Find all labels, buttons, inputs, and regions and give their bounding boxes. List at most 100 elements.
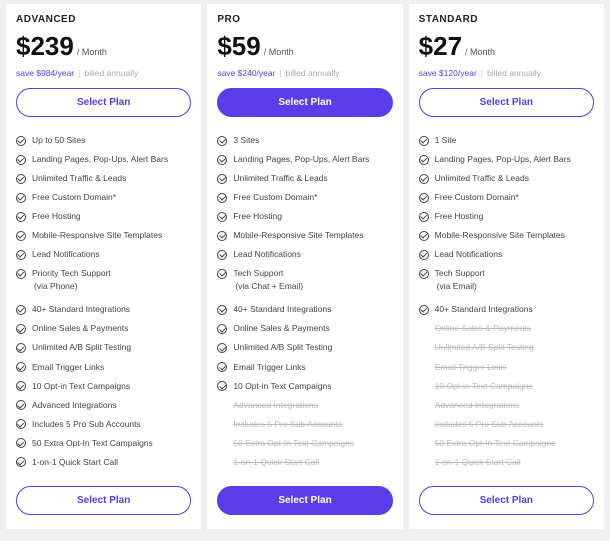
select-plan-button-top[interactable]: Select Plan — [419, 88, 594, 117]
feature-text: Online Sales & Payments — [32, 323, 128, 334]
price-period: / Month — [77, 47, 107, 57]
feature-text: Free Hosting — [233, 211, 282, 222]
divider: | — [481, 68, 483, 78]
feature-text: Lead Notifications — [233, 249, 301, 260]
feature-subtext: (via Chat + Email) — [217, 281, 392, 291]
feature-text: Mobile-Responsive Site Templates — [233, 230, 363, 241]
price-amount: $27 — [419, 31, 462, 62]
feature-item: Unlimited Traffic & Leads — [217, 169, 392, 188]
check-circle-icon — [16, 305, 26, 315]
price-period: / Month — [465, 47, 495, 57]
price-row: $59/ Month — [217, 31, 392, 62]
check-circle-icon — [217, 136, 227, 146]
check-circle-icon — [16, 136, 26, 146]
feature-text: Includes 5 Pro Sub Accounts — [32, 419, 141, 430]
pricing-grid: ADVANCED$239/ Monthsave $984/year|billed… — [6, 4, 604, 529]
feature-item: 40+ Standard Integrations — [217, 300, 392, 319]
plan-card-advanced: ADVANCED$239/ Monthsave $984/year|billed… — [6, 4, 201, 529]
feature-item: Mobile-Responsive Site Templates — [419, 226, 594, 245]
feature-text: 1-on-1 Quick Start Call — [435, 457, 521, 468]
feature-text: Free Hosting — [435, 211, 484, 222]
feature-subtext: (via Phone) — [16, 281, 191, 291]
billed-text: billed annually — [286, 68, 340, 78]
check-circle-icon — [419, 305, 429, 315]
select-plan-button-top[interactable]: Select Plan — [217, 88, 392, 117]
feature-item: 50 Extra Opt-In Text Campaigns — [419, 434, 594, 453]
feature-item: Free Hosting — [16, 207, 191, 226]
feature-text: Unlimited Traffic & Leads — [32, 173, 126, 184]
feature-text: Email Trigger Links — [32, 362, 104, 373]
select-plan-button-bottom[interactable]: Select Plan — [217, 486, 392, 515]
feature-item: Unlimited A/B Split Testing — [16, 338, 191, 357]
price-row: $239/ Month — [16, 31, 191, 62]
check-circle-icon — [419, 193, 429, 203]
feature-text: Free Custom Domain* — [233, 192, 317, 203]
check-circle-icon — [419, 155, 429, 165]
savings-row: save $984/year|billed annually — [16, 68, 191, 78]
feature-text: 1 Site — [435, 135, 457, 146]
check-circle-icon — [16, 457, 26, 467]
check-circle-icon — [217, 381, 227, 391]
check-circle-icon — [16, 419, 26, 429]
feature-item: Landing Pages, Pop-Ups, Alert Bars — [16, 150, 191, 169]
feature-item: Landing Pages, Pop-Ups, Alert Bars — [217, 150, 392, 169]
feature-text: 40+ Standard Integrations — [32, 304, 130, 315]
feature-item: Includes 5 Pro Sub Accounts — [217, 415, 392, 434]
feature-text: 10 Opt-in Text Campaigns — [233, 381, 331, 392]
check-circle-icon — [217, 362, 227, 372]
select-plan-button-top[interactable]: Select Plan — [16, 88, 191, 117]
feature-item: 3 Sites — [217, 131, 392, 150]
feature-text: Mobile-Responsive Site Templates — [32, 230, 162, 241]
feature-item: Advanced Integrations — [217, 396, 392, 415]
feature-text: Tech Support — [233, 268, 283, 279]
check-circle-icon — [16, 343, 26, 353]
feature-text: Free Custom Domain* — [32, 192, 116, 203]
feature-text: Free Hosting — [32, 211, 81, 222]
check-circle-icon — [419, 231, 429, 241]
plan-card-standard: STANDARD$27/ Monthsave $120/year|billed … — [409, 4, 604, 529]
check-circle-icon — [217, 231, 227, 241]
plan-card-pro: PRO $59/ Month save $240/year | billed annua… — [207, 4, 402, 529]
feature-item: 1-on-1 Quick Start Call — [217, 453, 392, 472]
feature-item: Lead Notifications — [16, 245, 191, 264]
check-circle-icon — [217, 343, 227, 353]
check-circle-icon — [16, 381, 26, 391]
feature-text: Advanced Integrations — [435, 400, 520, 411]
price-row: $27/ Month — [419, 31, 594, 62]
divider: | — [279, 68, 281, 78]
feature-text: Landing Pages, Pop-Ups, Alert Bars — [435, 154, 571, 165]
check-circle-icon — [217, 155, 227, 165]
feature-item: Online Sales & Payments — [217, 319, 392, 338]
feature-text: 10 Opt-in Text Campaigns — [32, 381, 130, 392]
select-plan-button-bottom[interactable]: Select Plan — [419, 486, 594, 515]
check-circle-icon — [217, 250, 227, 260]
feature-item: 50 Extra Opt-In Text Campaigns — [217, 434, 392, 453]
check-circle-icon — [16, 362, 26, 372]
feature-item: Lead Notifications — [217, 245, 392, 264]
feature-item: Free Hosting — [419, 207, 594, 226]
feature-list: Up to 50 Sites Landing Pages, Pop-Ups, Al… — [16, 131, 191, 472]
savings-text: save $984/year — [16, 68, 74, 78]
feature-item: Advanced Integrations — [16, 396, 191, 415]
select-plan-button-bottom[interactable]: Select Plan — [16, 486, 191, 515]
feature-text: Includes 5 Pro Sub Accounts — [435, 419, 544, 430]
feature-text: Email Trigger Links — [233, 362, 305, 373]
feature-text: Includes 5 Pro Sub Accounts — [233, 419, 342, 430]
savings-text: save $240/year — [217, 68, 275, 78]
price-amount: $59 — [217, 31, 260, 62]
feature-text: Landing Pages, Pop-Ups, Alert Bars — [32, 154, 168, 165]
check-circle-icon — [16, 231, 26, 241]
feature-text: 50 Extra Opt-In Text Campaigns — [435, 438, 556, 449]
feature-text: 1-on-1 Quick Start Call — [233, 457, 319, 468]
check-circle-icon — [217, 212, 227, 222]
feature-text: Up to 50 Sites — [32, 135, 85, 146]
feature-item: Email Trigger Links — [419, 358, 594, 377]
check-circle-icon — [217, 305, 227, 315]
feature-text: Advanced Integrations — [32, 400, 117, 411]
billed-text: billed annually — [84, 68, 138, 78]
check-circle-icon — [217, 269, 227, 279]
feature-text: Online Sales & Payments — [435, 323, 531, 334]
plan-name: PRO — [217, 14, 392, 25]
check-circle-icon — [16, 212, 26, 222]
feature-item: Email Trigger Links — [217, 358, 392, 377]
